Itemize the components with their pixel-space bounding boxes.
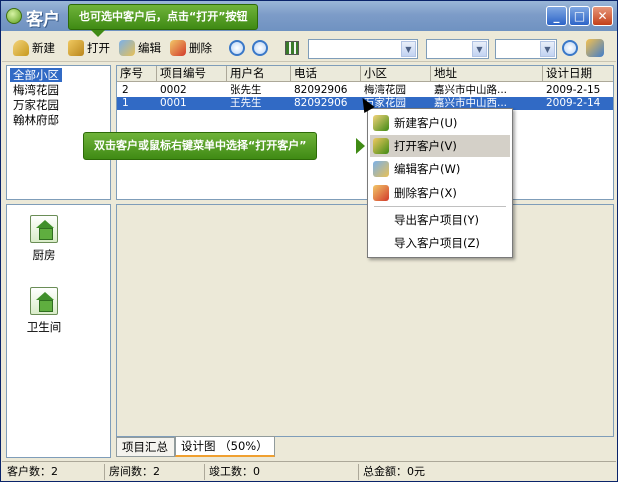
menu-item-label: 编辑客户(W): [394, 162, 461, 176]
zoom-out-icon[interactable]: [252, 40, 268, 56]
menu-separator: [374, 206, 506, 207]
status-divider: [104, 464, 105, 480]
table-cell: 张先生: [230, 84, 262, 96]
menu-item-label: 新建客户(U): [394, 116, 458, 130]
edit-customer-icon: [373, 161, 389, 177]
delete-button-label: 删除: [189, 41, 212, 55]
open-button-label: 打开: [87, 41, 110, 55]
minimize-button[interactable]: _: [546, 6, 567, 26]
edit-button[interactable]: 编辑: [119, 37, 161, 59]
new-customer-icon: [13, 40, 29, 56]
tab-project-summary[interactable]: 项目汇总: [116, 437, 175, 457]
filter-combo-1[interactable]: ▼: [308, 39, 418, 59]
grid-view-icon[interactable]: [285, 41, 299, 55]
edit-customer-icon: [119, 40, 135, 56]
menu-item-open-customer[interactable]: 打开客户(V): [370, 135, 510, 157]
design-view[interactable]: [116, 204, 614, 437]
column-header[interactable]: 地址: [431, 66, 543, 82]
menu-item-label: 删除客户(X): [394, 186, 457, 200]
status-total-amount: 总金额：0元: [363, 465, 425, 478]
edit-button-label: 编辑: [138, 41, 161, 55]
status-completed-count: 竣工数：0: [209, 465, 260, 478]
community-item[interactable]: 全部小区: [10, 68, 62, 82]
column-header[interactable]: 用户名: [227, 66, 291, 82]
column-header[interactable]: 电话: [291, 66, 361, 82]
column-header[interactable]: 项目编号: [157, 66, 227, 82]
column-header[interactable]: 序号: [117, 66, 157, 82]
customer-window: 客户 _ □ ✕ 也可选中客户后，点击“打开”按钮 新建 打开 编辑 删除 ▼: [0, 0, 618, 482]
status-divider: [204, 464, 205, 480]
delete-button[interactable]: 删除: [170, 37, 212, 59]
table-cell: 嘉兴市中山路...: [434, 84, 508, 96]
table-cell: 王先生: [230, 97, 262, 109]
room-label: 卫生间: [26, 320, 62, 334]
callout-pointer: [356, 138, 365, 154]
room-label: 厨房: [32, 248, 56, 262]
community-item[interactable]: 梅湾花园: [10, 83, 62, 97]
table-cell: 0001: [160, 97, 187, 109]
open-button-tip-callout: 也可选中客户后，点击“打开”按钮: [68, 4, 259, 30]
status-bar: 客户数：2 房间数：2 竣工数：0 总金额：0元: [2, 461, 616, 481]
menu-item-label: 打开客户(V): [394, 139, 457, 153]
table-cell: 2009-2-15: [546, 84, 601, 96]
new-button[interactable]: 新建: [13, 37, 55, 59]
menu-item-new-customer[interactable]: 新建客户(U): [370, 112, 510, 134]
room-panel: 厨房 卫生间: [6, 204, 111, 458]
open-customer-tip-callout: 双击客户或鼠标右键菜单中选择“打开客户”: [83, 132, 318, 160]
table-cell: 1: [122, 97, 129, 109]
room-icon: [30, 215, 58, 243]
status-divider: [358, 464, 359, 480]
delete-customer-icon: [373, 185, 389, 201]
table-cell: 2: [122, 84, 129, 96]
room-icon: [30, 287, 58, 315]
table-cell: 82092906: [294, 84, 348, 96]
chevron-down-icon[interactable]: ▼: [472, 41, 487, 57]
menu-item-export-project[interactable]: 导出客户项目(Y): [370, 209, 510, 231]
menu-item-delete-customer[interactable]: 删除客户(X): [370, 182, 510, 204]
status-customer-count: 客户数：2: [7, 465, 58, 478]
room-item[interactable]: 卫生间: [14, 287, 74, 335]
table-cell: 82092906: [294, 97, 348, 109]
table-cell: 2009-2-14: [546, 97, 601, 109]
toolbar: 新建 打开 编辑 删除 ▼ ▼ ▼: [2, 34, 616, 62]
column-header[interactable]: 设计日期: [543, 66, 613, 82]
zoom-in-icon[interactable]: [229, 40, 245, 56]
menu-item-label: 导出客户项目(Y): [394, 213, 479, 227]
search-icon[interactable]: [562, 40, 578, 56]
open-button[interactable]: 打开: [68, 37, 110, 59]
filter-combo-2[interactable]: ▼: [426, 39, 489, 59]
tab-design-drawing[interactable]: 设计图 （50%）: [175, 436, 275, 457]
callout-pointer: [91, 30, 105, 37]
table-header: 序号 项目编号 用户名 电话 小区 地址 设计日期: [117, 66, 613, 82]
table-cell: 0002: [160, 84, 187, 96]
room-item[interactable]: 厨房: [14, 215, 74, 263]
customer-manager-icon[interactable]: [586, 39, 604, 57]
delete-customer-icon: [170, 40, 186, 56]
maximize-button[interactable]: □: [569, 6, 590, 26]
filter-combo-3[interactable]: ▼: [495, 39, 557, 59]
chevron-down-icon[interactable]: ▼: [401, 41, 416, 57]
column-header[interactable]: 小区: [361, 66, 431, 82]
chevron-down-icon[interactable]: ▼: [540, 41, 555, 57]
community-item[interactable]: 万家花园: [10, 98, 62, 112]
status-room-count: 房间数：2: [109, 465, 160, 478]
close-button[interactable]: ✕: [592, 6, 613, 26]
new-customer-icon: [373, 115, 389, 131]
open-customer-icon: [68, 40, 84, 56]
app-icon: [6, 8, 22, 24]
table-cell: 梅湾花园: [364, 84, 406, 96]
open-customer-icon: [373, 138, 389, 154]
customer-context-menu: 新建客户(U) 打开客户(V) 编辑客户(W) 删除客户(X) 导出客户项目(Y…: [367, 108, 513, 258]
window-title: 客户: [26, 10, 60, 30]
community-item[interactable]: 翰林府邸: [10, 113, 62, 127]
new-button-label: 新建: [32, 41, 55, 55]
menu-item-import-project[interactable]: 导入客户项目(Z): [370, 232, 510, 254]
menu-item-label: 导入客户项目(Z): [394, 236, 480, 250]
menu-item-edit-customer[interactable]: 编辑客户(W): [370, 158, 510, 180]
